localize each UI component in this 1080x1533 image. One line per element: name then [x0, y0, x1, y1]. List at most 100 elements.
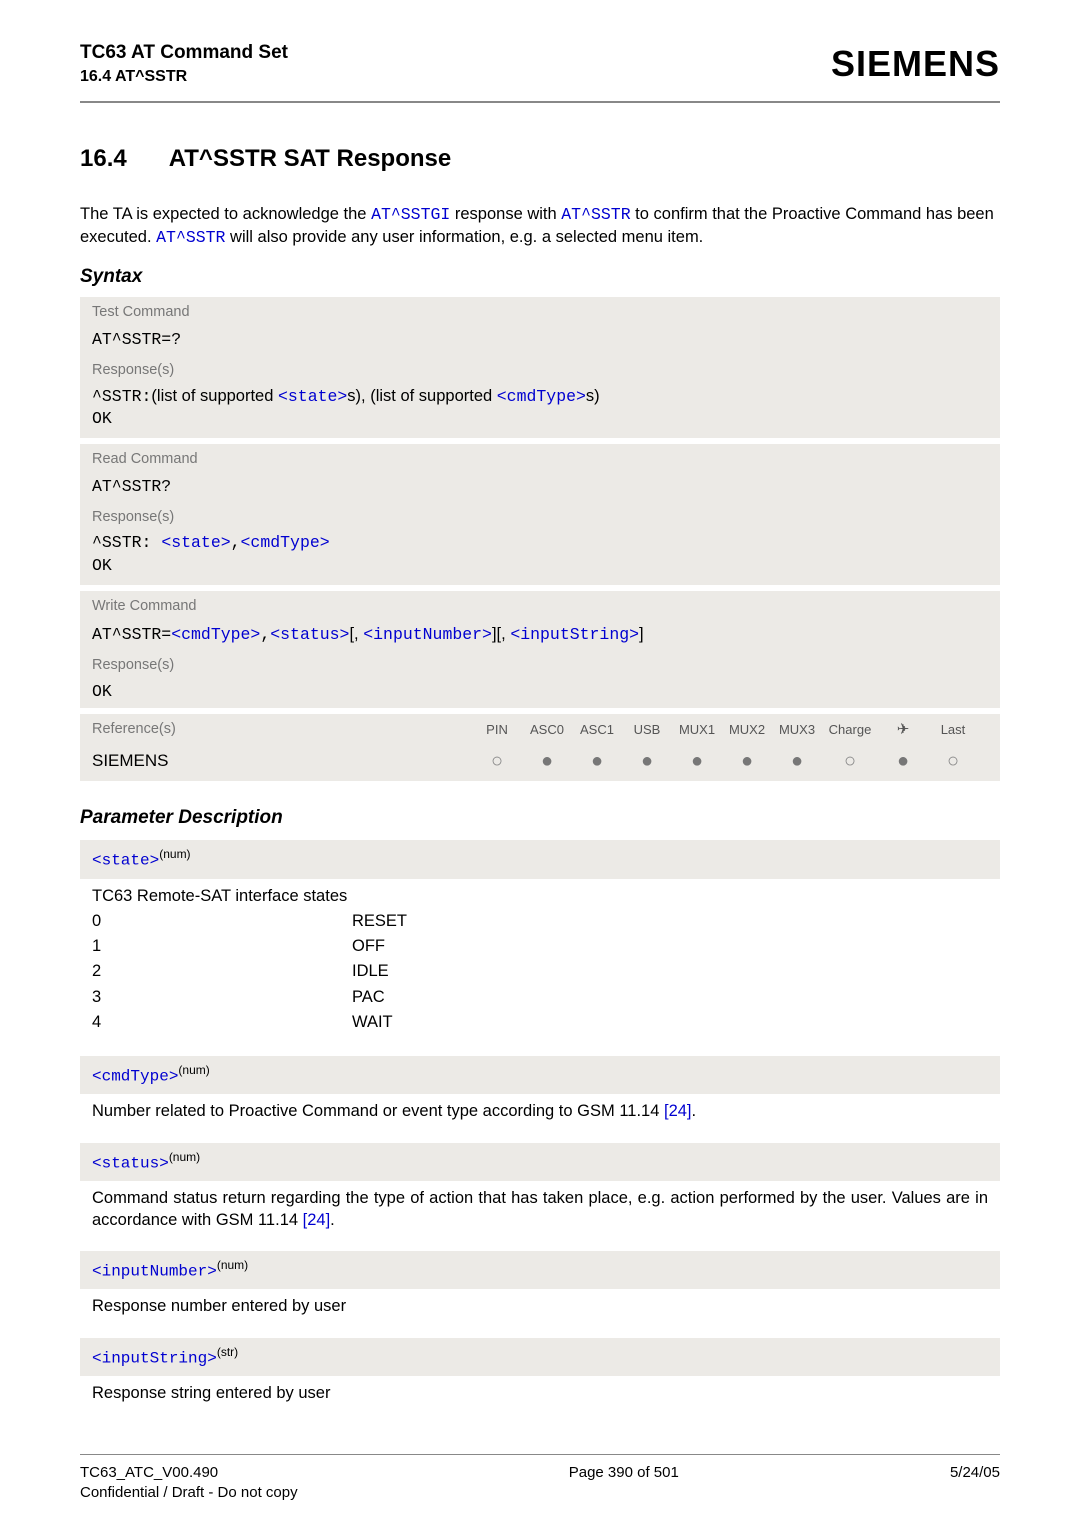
col-mux3: MUX3	[772, 721, 822, 739]
param-inputnumber-name[interactable]: <inputNumber>	[92, 1263, 217, 1281]
ref-24-link[interactable]: [24]	[303, 1211, 331, 1229]
dot-mux3	[772, 751, 822, 771]
state-row: 1OFF	[92, 935, 988, 957]
param-state-name[interactable]: <state>	[92, 852, 159, 870]
param-text: .	[330, 1211, 335, 1229]
parameter-description-heading: Parameter Description	[80, 805, 1000, 831]
support-dots	[472, 751, 978, 771]
state-row: 2IDLE	[92, 960, 988, 982]
resp-text: s), (list of supported	[347, 387, 496, 405]
resp-prefix: ^SSTR:	[92, 533, 161, 552]
state-key: 1	[92, 935, 352, 957]
param-inputstring-sup: (str)	[217, 1345, 238, 1359]
dot-last	[928, 751, 978, 771]
ok-text: OK	[80, 677, 1000, 707]
page-footer: TC63_ATC_V00.490 Confidential / Draft - …	[80, 1454, 1000, 1504]
col-last: Last	[928, 721, 978, 739]
footer-date: 5/24/05	[950, 1463, 1000, 1504]
param-inputstring-name[interactable]: <inputString>	[92, 1349, 217, 1367]
param-status-head: <status>(num)	[80, 1143, 1000, 1181]
param-cmdtype-link[interactable]: <cmdType>	[171, 625, 260, 644]
param-text: .	[692, 1102, 697, 1120]
dot-pin	[472, 751, 522, 771]
param-inputstring-link[interactable]: <inputString>	[510, 625, 639, 644]
param-text: Number related to Proactive Command or e…	[92, 1102, 664, 1120]
state-key: 0	[92, 910, 352, 932]
bracket: ]	[639, 625, 644, 643]
dot-airplane	[878, 751, 928, 771]
header-left: TC63 AT Command Set 16.4 AT^SSTR	[80, 40, 288, 87]
section-title: AT^SSTR SAT Response	[169, 145, 452, 172]
param-status-name[interactable]: <status>	[92, 1154, 169, 1172]
response-label: Response(s)	[80, 502, 1000, 530]
param-state-link[interactable]: <state>	[161, 533, 230, 552]
col-charge: Charge	[822, 721, 878, 739]
param-cmdtype-link[interactable]: <cmdType>	[497, 387, 586, 406]
read-command: AT^SSTR?	[80, 472, 1000, 502]
param-cmdtype-head: <cmdType>(num)	[80, 1056, 1000, 1094]
ok-text: OK	[92, 408, 988, 430]
param-state-link[interactable]: <state>	[278, 387, 347, 406]
link-at-sstr-2[interactable]: AT^SSTR	[156, 228, 225, 247]
link-at-sstgi[interactable]: AT^SSTGI	[371, 205, 450, 224]
reference-label: Reference(s)	[92, 720, 472, 740]
page-header: TC63 AT Command Set 16.4 AT^SSTR SIEMENS	[80, 40, 1000, 103]
dot-asc0	[522, 751, 572, 771]
resp-text: s)	[586, 387, 600, 405]
param-inputnumber-body: Response number entered by user	[80, 1289, 1000, 1327]
param-status-sup: (num)	[169, 1150, 200, 1164]
response-label: Response(s)	[80, 650, 1000, 678]
param-inputnumber-link[interactable]: <inputNumber>	[363, 625, 492, 644]
separator: ,	[260, 625, 270, 644]
reference-block: Reference(s) PIN ASC0 ASC1 USB MUX1 MUX2…	[80, 714, 1000, 781]
link-at-sstr[interactable]: AT^SSTR	[561, 205, 630, 224]
col-airplane-icon: ✈	[878, 720, 928, 740]
footer-page: Page 390 of 501	[569, 1463, 679, 1504]
footer-confidential: Confidential / Draft - Do not copy	[80, 1483, 298, 1503]
col-asc0: ASC0	[522, 721, 572, 739]
intro-text: The TA is expected to acknowledge the	[80, 205, 371, 223]
param-status-link[interactable]: <status>	[270, 625, 349, 644]
ref-24-link[interactable]: [24]	[664, 1102, 692, 1120]
dot-mux2	[722, 751, 772, 771]
reference-columns: PIN ASC0 ASC1 USB MUX1 MUX2 MUX3 Charge …	[472, 720, 978, 740]
resp-prefix: ^SSTR:	[92, 387, 151, 406]
col-asc1: ASC1	[572, 721, 622, 739]
param-cmdtype-link[interactable]: <cmdType>	[241, 533, 330, 552]
param-cmdtype-body: Number related to Proactive Command or e…	[80, 1094, 1000, 1132]
write-command: AT^SSTR=<cmdType>,<status>[, <inputNumbe…	[80, 619, 1000, 650]
intro-text: response with	[450, 205, 561, 223]
bracket: [,	[349, 625, 363, 643]
read-response: ^SSTR: <state>,<cmdType> OK	[80, 529, 1000, 585]
col-mux2: MUX2	[722, 721, 772, 739]
siemens-label: SIEMENS	[92, 750, 472, 773]
param-text: Command status return regarding the type…	[92, 1189, 988, 1229]
state-key: 3	[92, 986, 352, 1008]
param-inputstring-head: <inputString>(str)	[80, 1338, 1000, 1376]
intro-paragraph: The TA is expected to acknowledge the AT…	[80, 203, 1000, 250]
param-cmdtype-name[interactable]: <cmdType>	[92, 1068, 178, 1086]
test-response: ^SSTR:(list of supported <state>s), (lis…	[80, 383, 1000, 439]
state-val: OFF	[352, 935, 385, 957]
param-state-body: TC63 Remote-SAT interface states 0RESET …	[80, 879, 1000, 1047]
state-key: 2	[92, 960, 352, 982]
state-val: RESET	[352, 910, 407, 932]
footer-version: TC63_ATC_V00.490	[80, 1463, 298, 1483]
col-mux1: MUX1	[672, 721, 722, 739]
state-val: IDLE	[352, 960, 389, 982]
test-command-block: Test Command AT^SSTR=? Response(s) ^SSTR…	[80, 297, 1000, 438]
param-state-sup: (num)	[159, 847, 190, 861]
param-inputnumber-sup: (num)	[217, 1258, 248, 1272]
param-cmdtype-sup: (num)	[178, 1063, 209, 1077]
col-usb: USB	[622, 721, 672, 739]
bracket: ][,	[492, 625, 510, 643]
resp-text: (list of supported	[151, 387, 278, 405]
doc-title: TC63 AT Command Set	[80, 40, 288, 66]
dot-usb	[622, 751, 672, 771]
ok-text: OK	[92, 555, 988, 577]
state-row: 0RESET	[92, 910, 988, 932]
section-number: 16.4	[80, 143, 127, 175]
reference-header-row: Reference(s) PIN ASC0 ASC1 USB MUX1 MUX2…	[80, 714, 1000, 746]
section-heading: 16.4 AT^SSTR SAT Response	[80, 143, 1000, 175]
intro-text: will also provide any user information, …	[225, 228, 703, 246]
